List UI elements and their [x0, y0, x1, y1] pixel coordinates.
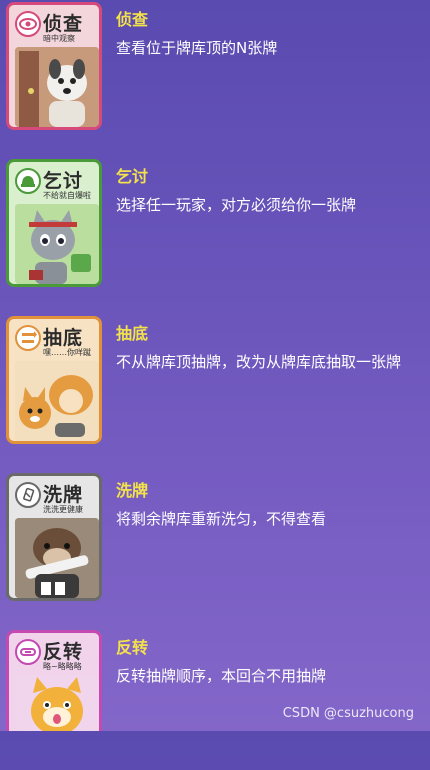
card-name: 侦查 — [116, 10, 149, 29]
card-description: 将剩余牌库重新洗匀，不得查看 — [116, 510, 327, 528]
list-item[interactable]: 反转 略~略略略 反转 反转抽牌顺序，本回合不用抽牌 — [0, 630, 430, 770]
card-description: 不从牌库顶抽牌，改为从牌库底抽取一张牌 — [116, 353, 402, 371]
card-subtitle: 略~略略略 — [43, 662, 82, 671]
card-image: 洗牌 洗洗更健康 — [6, 473, 102, 601]
eye-icon — [15, 11, 41, 37]
list-item[interactable]: 抽底 嘿……你咩蹴 抽底 不从牌库顶抽牌，改为从牌库底抽取一张牌 — [0, 316, 430, 456]
list-item[interactable]: 侦查 暗中观察 侦查 查看位于牌库顶的N张牌 — [0, 2, 430, 142]
watermark: CSDN @csuzhucong — [282, 706, 414, 721]
card-name: 洗牌 — [116, 481, 149, 500]
card-header: 侦查 暗中观察 — [15, 9, 99, 47]
card-subtitle: 洗洗更健康 — [43, 505, 83, 514]
dog-illustration — [15, 47, 99, 127]
card-subtitle: 不给就自爆啦 — [43, 191, 91, 200]
card-label: 反转 — [43, 641, 84, 663]
card-image: 抽底 嘿……你咩蹴 — [6, 316, 102, 444]
swap-icon — [15, 325, 41, 351]
card-subtitle: 暗中观察 — [43, 34, 75, 43]
reverse-icon — [15, 639, 41, 665]
card-subtitle: 嘿……你咩蹴 — [43, 348, 91, 357]
card-image: 侦查 暗中观察 — [6, 2, 102, 130]
card-name: 乞讨 — [116, 167, 149, 186]
shuffle-icon — [15, 482, 41, 508]
cat-illustration — [15, 204, 99, 284]
card-image: 反转 略~略略略 — [6, 630, 102, 731]
card-header: 反转 略~略略略 — [15, 637, 99, 675]
card-description: 查看位于牌库顶的N张牌 — [116, 39, 278, 57]
card-name: 抽底 — [116, 324, 149, 343]
hand-icon — [15, 168, 41, 194]
card-description: 选择任一玩家，对方必须给你一张牌 — [116, 196, 357, 214]
card-label: 洗牌 — [43, 484, 84, 506]
card-name: 反转 — [116, 638, 149, 657]
card-header: 洗牌 洗洗更健康 — [15, 480, 99, 518]
card-list: 侦查 暗中观察 侦查 查看位于牌库顶的N张牌 乞讨 不给就自爆啦 乞讨 选择任一… — [0, 0, 430, 731]
card-image: 乞讨 不给就自爆啦 — [6, 159, 102, 287]
card-label: 抽底 — [43, 327, 84, 349]
card-description: 反转抽牌顺序，本回合不用抽牌 — [116, 667, 327, 685]
list-item[interactable]: 乞讨 不给就自爆啦 乞讨 选择任一玩家，对方必须给你一张牌 — [0, 159, 430, 299]
list-item[interactable]: 洗牌 洗洗更健康 洗牌 将剩余牌库重新洗匀，不得查看 — [0, 473, 430, 613]
shiba-illustration — [15, 675, 99, 731]
bulldog-illustration — [15, 518, 99, 598]
card-label: 乞讨 — [43, 170, 84, 192]
card-header: 乞讨 不给就自爆啦 — [15, 166, 99, 204]
card-header: 抽底 嘿……你咩蹴 — [15, 323, 99, 361]
corgi-illustration — [15, 361, 99, 441]
card-label: 侦查 — [43, 13, 84, 35]
